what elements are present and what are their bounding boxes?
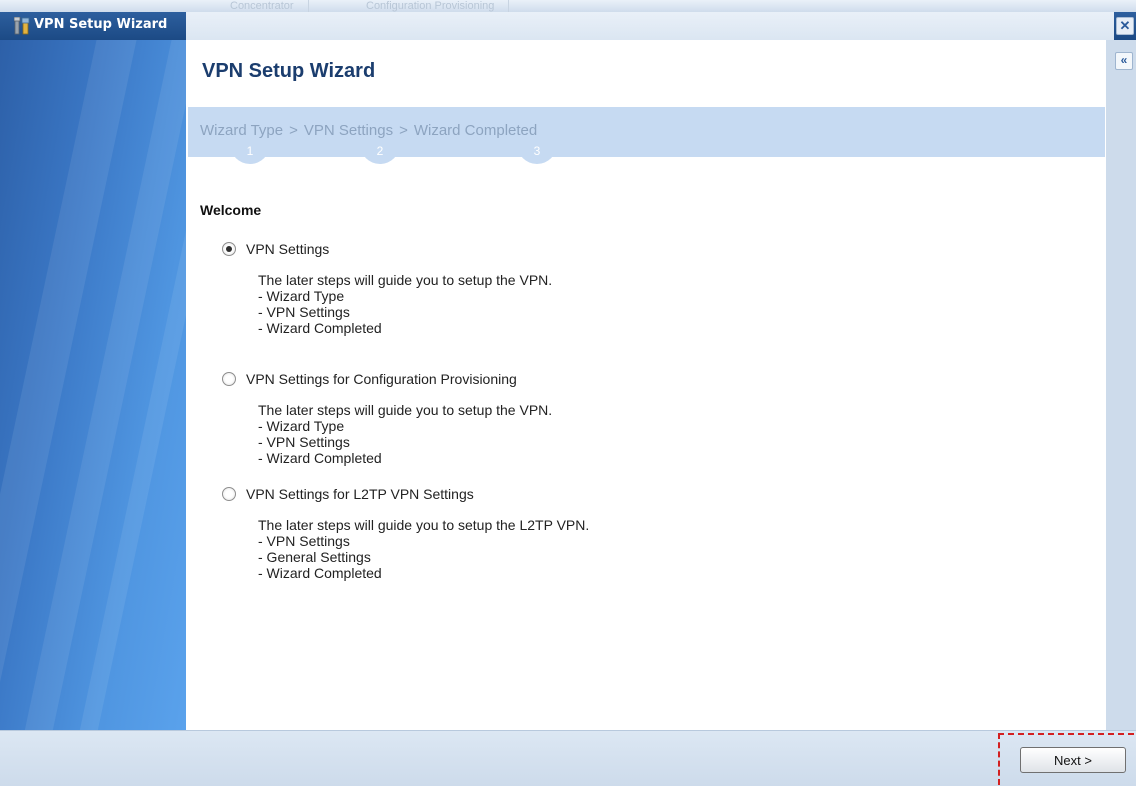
- option-description: The later steps will guide you to setup …: [258, 517, 589, 581]
- background-tab: Concentrator: [216, 0, 309, 12]
- background-window-strip: Concentrator Configuration Provisioning: [0, 0, 1136, 12]
- description-line: - Wizard Type: [258, 288, 345, 304]
- wizard-content: VPN Setup Wizard Wizard Type > VPN Setting…: [186, 40, 1106, 730]
- radio-l2tp-vpn-settings[interactable]: [222, 487, 236, 501]
- step-label-wizard-completed: Wizard Completed: [413, 122, 538, 139]
- welcome-heading: Welcome: [200, 202, 262, 218]
- background-tab: Configuration Provisioning: [352, 0, 510, 12]
- option-label[interactable]: VPN Settings for Configuration Provision…: [246, 371, 517, 387]
- step-number-2: 2: [360, 142, 400, 164]
- titlebar-fill: [186, 12, 1114, 40]
- description-line: The later steps will guide you to setup …: [258, 402, 553, 418]
- window-title: VPN Setup Wizard: [34, 17, 168, 32]
- option-label[interactable]: VPN Settings for L2TP VPN Settings: [246, 486, 474, 502]
- description-line: - VPN Settings: [258, 304, 350, 320]
- step-number-3: 3: [517, 142, 557, 164]
- step-labels: Wizard Type > VPN Settings > Wizard Complete…: [200, 122, 537, 139]
- description-line: - VPN Settings: [258, 434, 350, 450]
- footer-bar: [0, 730, 1136, 786]
- wizard-tools-icon: [14, 17, 30, 35]
- radio-vpn-settings[interactable]: [222, 242, 236, 256]
- collapse-button[interactable]: «: [1115, 52, 1133, 70]
- description-line: - General Settings: [258, 549, 371, 565]
- step-number-1: 1: [230, 142, 270, 164]
- radio-configuration-provisioning[interactable]: [222, 372, 236, 386]
- description-line: The later steps will guide you to setup …: [258, 272, 553, 288]
- description-line: - Wizard Completed: [258, 320, 382, 336]
- description-line: - VPN Settings: [258, 533, 350, 549]
- collapse-panel: «: [1106, 40, 1136, 730]
- step-separator: >: [289, 122, 298, 139]
- option-description: The later steps will guide you to setup …: [258, 272, 552, 336]
- step-label-wizard-type: Wizard Type: [200, 122, 284, 139]
- window-titlebar: VPN Setup Wizard ✕: [0, 12, 1136, 40]
- next-button[interactable]: Next >: [1020, 747, 1126, 773]
- description-line: - Wizard Completed: [258, 565, 382, 581]
- option-description: The later steps will guide you to setup …: [258, 402, 552, 466]
- description-line: - Wizard Type: [258, 418, 345, 434]
- step-label-vpn-settings: VPN Settings: [303, 122, 394, 139]
- step-separator: >: [399, 122, 408, 139]
- close-button[interactable]: ✕: [1116, 17, 1134, 35]
- wizard-side-banner: [0, 40, 186, 730]
- description-line: - Wizard Completed: [258, 450, 382, 466]
- page-title: VPN Setup Wizard: [202, 60, 376, 82]
- option-label[interactable]: VPN Settings: [246, 241, 329, 257]
- description-line: The later steps will guide you to setup …: [258, 517, 590, 533]
- wizard-steps-bar: Wizard Type > VPN Settings > Wizard Complete…: [188, 107, 1105, 164]
